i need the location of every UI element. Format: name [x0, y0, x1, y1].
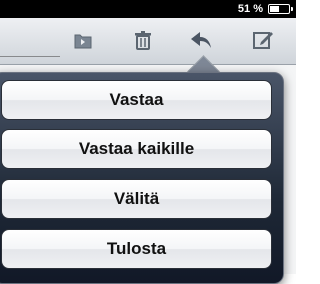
reply-action-popover: Vastaa Vastaa kaikille Välitä Tulosta: [0, 72, 284, 284]
print-button[interactable]: Tulosta: [1, 229, 272, 269]
folder-move-icon[interactable]: [71, 28, 95, 52]
forward-button[interactable]: Välitä: [1, 179, 272, 219]
divider: [0, 56, 60, 57]
trash-icon[interactable]: [131, 28, 155, 52]
reply-icon[interactable]: [189, 28, 213, 52]
battery-status: 51 %: [237, 1, 293, 17]
battery-icon: [268, 4, 293, 14]
compose-icon[interactable]: [251, 28, 275, 52]
reply-all-button[interactable]: Vastaa kaikille: [1, 129, 272, 169]
mail-toolbar: [0, 18, 296, 65]
battery-percent: 51 %: [237, 3, 263, 15]
battery-fill: [270, 6, 279, 12]
status-bar: 51 %: [0, 0, 296, 18]
reply-button[interactable]: Vastaa: [1, 80, 272, 120]
